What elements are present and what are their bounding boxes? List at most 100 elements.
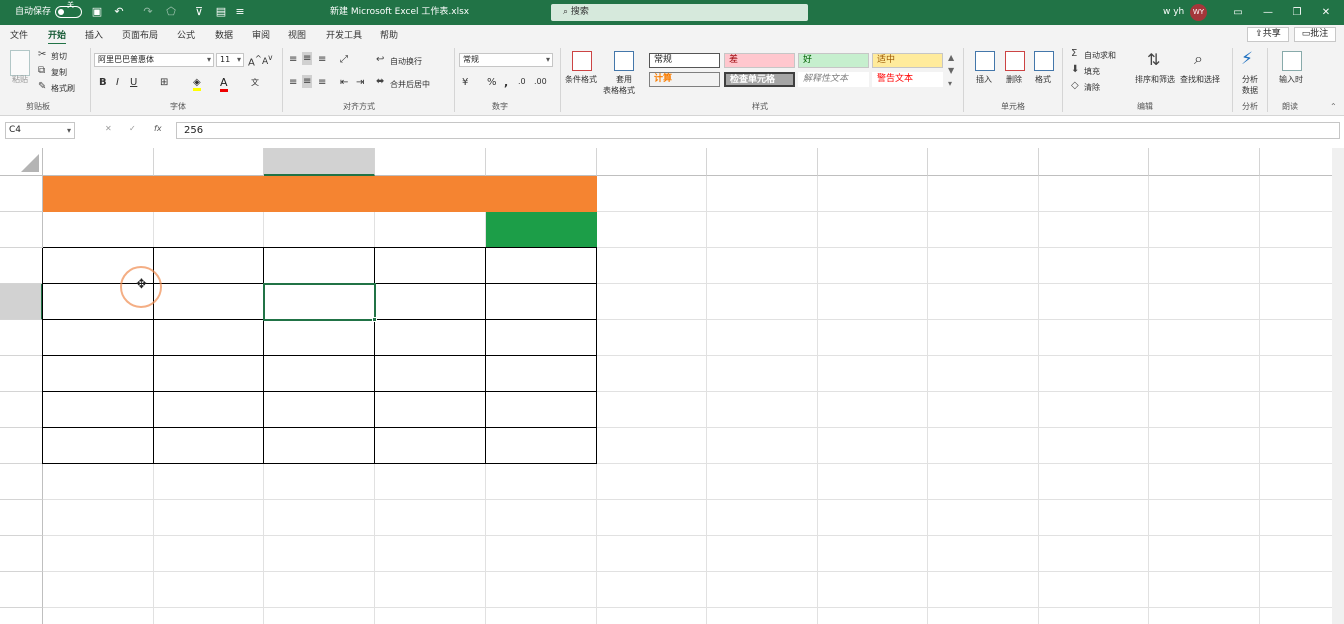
dictate-icon[interactable] [1282,51,1302,71]
format-cells-button[interactable]: 格式 [1035,74,1051,85]
number-format-select[interactable]: 常规 [459,53,553,67]
clear-button[interactable]: 清除 [1084,82,1100,93]
copy-button[interactable]: 复制 [51,67,67,78]
data-cell[interactable] [264,320,375,356]
paste-button[interactable]: 粘贴 [12,74,28,85]
collapse-ribbon-icon[interactable]: ⌃ [1330,102,1337,111]
tab-insert[interactable]: 插入 [85,28,103,41]
row-header-13[interactable] [0,608,43,624]
decrease-indent-icon[interactable]: ⇤ [340,77,348,88]
row-header-6[interactable] [0,356,43,392]
row-header-8[interactable] [0,428,43,464]
data-cell[interactable] [154,248,264,284]
find-select-icon[interactable]: ⌕ [1194,49,1203,69]
delete-cells-icon[interactable] [1005,51,1025,71]
data-cell[interactable] [43,392,154,428]
copy-icon[interactable]: ⧉ [38,65,45,76]
data-cell[interactable] [264,248,375,284]
vertical-scrollbar[interactable] [1332,148,1344,624]
analyze-data-label-2[interactable]: 数据 [1242,85,1258,96]
column-header-i[interactable] [928,148,1039,176]
data-cell[interactable] [375,356,486,392]
analyze-data-icon[interactable]: ⚡ [1241,49,1253,69]
row-header-4[interactable] [0,284,43,320]
select-all-corner[interactable] [0,148,43,176]
data-cell[interactable] [264,392,375,428]
analyze-data-label-1[interactable]: 分析 [1242,74,1258,85]
table-format-label-1[interactable]: 套用 [616,74,632,85]
cut-icon[interactable]: ✂ [38,49,46,60]
align-top-icon[interactable]: ≡ [289,54,297,65]
data-cell[interactable] [154,392,264,428]
share-button[interactable]: ⇪共享 [1247,27,1289,42]
fill-icon[interactable]: ⬇ [1071,64,1079,75]
tab-file[interactable]: 文件 [10,28,28,41]
avatar[interactable]: WY [1190,4,1207,21]
data-cell[interactable] [43,320,154,356]
align-center-icon[interactable]: ≡ [302,75,313,88]
column-header-h[interactable] [818,148,928,176]
data-cell[interactable] [264,356,375,392]
comments-button[interactable]: ▭批注 [1294,27,1336,42]
wrap-text-icon[interactable]: ↩ [376,54,384,65]
tab-view[interactable]: 视图 [288,28,306,41]
data-cell[interactable] [375,284,486,320]
column-header-f[interactable] [597,148,707,176]
row-header-10[interactable] [0,500,43,536]
data-cell[interactable] [375,320,486,356]
increase-indent-icon[interactable]: ⇥ [356,77,364,88]
wrap-text-button[interactable]: 自动换行 [390,56,422,67]
table-format-icon[interactable] [614,51,634,71]
row-header-9[interactable] [0,464,43,500]
sum-cell[interactable] [486,392,597,428]
bold-icon[interactable]: B [99,77,107,88]
document-title[interactable]: 新建 Microsoft Excel 工作表.xlsx [330,0,469,25]
orientation-icon[interactable]: ⤢ [340,54,348,65]
style-check-cell[interactable]: 检查单元格 [724,72,795,87]
data-cell[interactable] [43,428,154,464]
name-box[interactable]: C4 [5,122,75,139]
data-cell[interactable] [154,284,264,320]
restore-icon[interactable]: ❐ [1282,0,1312,25]
autosum-icon[interactable]: Σ [1071,48,1077,59]
find-select-button[interactable]: 查找和选择 [1180,74,1220,85]
style-warning[interactable]: 警告文本 [872,72,943,87]
increase-decimal-icon[interactable]: .0 [518,77,526,86]
row-header-5[interactable] [0,320,43,356]
column-header-a[interactable] [43,148,154,176]
cut-button[interactable]: 剪切 [51,51,67,62]
format-cells-icon[interactable] [1034,51,1054,71]
data-cell[interactable] [375,248,486,284]
close-icon[interactable]: ✕ [1311,0,1341,25]
column-header-k[interactable] [1149,148,1260,176]
fill-handle[interactable] [372,317,377,322]
title-cell[interactable] [43,176,597,212]
underline-icon[interactable]: U [130,77,137,88]
format-icon[interactable]: ▤ [215,6,227,18]
row-header-3[interactable] [0,248,43,284]
style-good[interactable]: 好 [798,53,869,68]
conditional-format-icon[interactable] [572,51,592,71]
column-header-l[interactable] [1260,148,1332,176]
shape-icon[interactable]: ⬠ [165,6,177,18]
data-cell[interactable] [154,320,264,356]
table-format-label-2[interactable]: 表格格式 [603,85,635,96]
autosave-toggle[interactable]: 关 [55,1,82,18]
sort-filter-icon[interactable]: ⇅ [1147,50,1160,69]
decrease-decimal-icon[interactable]: .00 [534,77,547,86]
sort-filter-button[interactable]: 排序和筛选 [1135,74,1175,85]
styles-scroll-up-icon[interactable]: ▲ [948,53,954,62]
shrink-font-icon[interactable]: Av [262,53,273,67]
dictate-button[interactable]: 输入时 [1279,74,1303,85]
data-cell[interactable] [43,356,154,392]
formula-input[interactable]: 256 [176,122,1340,139]
font-name-select[interactable]: 阿里巴巴普惠体 [94,53,214,67]
tab-developer[interactable]: 开发工具 [326,28,362,41]
font-color-icon[interactable]: A [220,76,228,92]
align-bottom-icon[interactable]: ≡ [318,54,326,65]
styles-more-icon[interactable]: ▾ [948,79,952,88]
sum-cell[interactable] [486,320,597,356]
style-normal[interactable]: 常规 [649,53,720,68]
data-cell[interactable] [375,428,486,464]
column-header-b[interactable] [154,148,264,176]
